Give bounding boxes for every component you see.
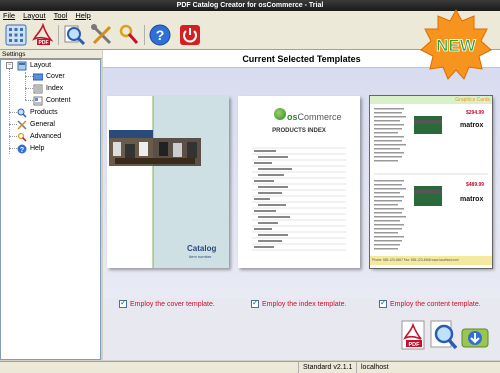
content-template-option-label: Employ the content template. xyxy=(390,300,481,308)
svg-text:PDF: PDF xyxy=(409,342,421,348)
generate-pdf-button[interactable]: PDF xyxy=(398,319,428,351)
cover-template-option-label: Employ the cover template. xyxy=(130,300,215,308)
content-brand-1: matrox xyxy=(460,122,484,129)
templates-area: Catalog Item number os Commerce PRODUCTS… xyxy=(103,68,500,298)
content-icon xyxy=(33,96,43,106)
index-template-preview[interactable]: os Commerce PRODUCTS INDEX xyxy=(238,96,360,268)
cover-icon xyxy=(32,72,44,82)
status-bar: Standard v2.1.1 localhost xyxy=(0,361,500,373)
menu-help[interactable]: Help xyxy=(75,11,90,21)
cover-preview-image xyxy=(107,96,229,268)
exit-button[interactable] xyxy=(178,23,202,47)
tree-label-layout: Layout xyxy=(30,62,52,69)
magnifier-icon xyxy=(64,25,86,46)
index-template-option[interactable]: Employ the index template. xyxy=(251,298,347,308)
help-button[interactable]: ? xyxy=(148,23,172,47)
cover-template-preview[interactable]: Catalog Item number xyxy=(107,96,229,268)
content-template-checkbox[interactable] xyxy=(379,298,387,308)
download-button[interactable] xyxy=(460,319,490,351)
tools-button[interactable] xyxy=(90,23,114,47)
main-panel: Current Selected Templates Catalog Item … xyxy=(103,50,500,360)
download-icon xyxy=(461,328,489,348)
tree-label-general: General xyxy=(30,121,55,128)
settings-tree: − Layout Cover Index Content Products Ge… xyxy=(0,59,101,360)
content-template-option[interactable]: Employ the content template. xyxy=(379,298,481,308)
svg-text:PDF: PDF xyxy=(39,40,49,46)
cover-template-option[interactable]: Employ the cover template. xyxy=(119,298,215,308)
cover-catalog-sub: Item number xyxy=(189,254,212,259)
general-icon xyxy=(17,119,27,130)
status-version: Standard v2.1.1 xyxy=(298,362,356,373)
tree-label-content: Content xyxy=(46,97,71,104)
menu-layout[interactable]: Layout xyxy=(23,11,46,21)
tree-item-products[interactable]: Products xyxy=(17,107,58,118)
tree-item-general[interactable]: General xyxy=(17,119,55,130)
advanced-icon xyxy=(17,132,27,142)
pdf-icon: PDF xyxy=(32,22,54,46)
create-pdf-button[interactable]: PDF xyxy=(31,22,55,47)
products-icon xyxy=(17,108,27,118)
starburst-icon: NEW xyxy=(420,8,492,80)
index-icon xyxy=(33,84,43,94)
index-heading: PRODUCTS INDEX xyxy=(272,128,326,134)
logo-ball-icon xyxy=(274,108,286,120)
power-icon xyxy=(180,25,200,45)
wrench-icon xyxy=(119,24,139,44)
cover-template-checkbox[interactable] xyxy=(119,298,127,308)
settings-button[interactable] xyxy=(117,23,141,47)
content-template-preview[interactable]: Graphics Cards $294.99 matrox $489.99 ma… xyxy=(369,95,493,269)
new-badge-label: NEW xyxy=(436,36,477,55)
tree-label-help: Help xyxy=(30,145,45,152)
settings-header: Settings xyxy=(0,50,102,59)
content-footer: Phone: 555-123-4567 Fax: 555-123-4568 ww… xyxy=(372,258,459,262)
index-template-option-label: Employ the index template. xyxy=(262,300,347,308)
svg-text:?: ? xyxy=(20,147,24,154)
status-host: localhost xyxy=(356,362,500,373)
menu-file[interactable]: File xyxy=(3,11,15,21)
layout-icon xyxy=(17,61,27,71)
tree-label-index: Index xyxy=(46,85,64,92)
magnifier-icon xyxy=(430,320,458,350)
tree-item-index[interactable]: Index xyxy=(33,83,63,94)
menu-tool[interactable]: Tool xyxy=(54,11,68,21)
content-brand-2: matrox xyxy=(460,196,484,203)
tree-item-layout[interactable]: Layout xyxy=(17,60,51,71)
help-icon: ? xyxy=(17,144,27,154)
svg-text:?: ? xyxy=(156,27,165,43)
cover-catalog-label: Catalog xyxy=(187,244,217,253)
tree-item-advanced[interactable]: Advanced xyxy=(17,131,61,142)
tools-icon xyxy=(91,24,112,45)
brand-os: os xyxy=(287,112,298,122)
tree-label-advanced: Advanced xyxy=(30,133,62,140)
tree-item-cover[interactable]: Cover xyxy=(32,71,65,82)
grid-icon xyxy=(5,24,27,46)
index-logo: os Commerce xyxy=(274,108,342,122)
pdf-icon: PDF xyxy=(401,320,425,350)
new-badge: NEW xyxy=(420,8,492,80)
catalog-grid-button[interactable] xyxy=(4,23,28,47)
tree-item-help[interactable]: ? Help xyxy=(17,143,44,154)
layout-collapse-toggle[interactable]: − xyxy=(6,62,13,69)
preview-button[interactable] xyxy=(62,23,86,47)
tree-label-cover: Cover xyxy=(46,73,65,80)
tree-item-content[interactable]: Content xyxy=(33,95,71,106)
brand-commerce: Commerce xyxy=(297,112,342,122)
content-price-2: $489.99 xyxy=(466,182,485,188)
help-icon: ? xyxy=(149,24,171,46)
preview-catalog-button[interactable] xyxy=(428,319,458,351)
tree-label-products: Products xyxy=(30,109,58,116)
content-price-1: $294.99 xyxy=(466,110,485,116)
index-template-checkbox[interactable] xyxy=(251,298,259,308)
